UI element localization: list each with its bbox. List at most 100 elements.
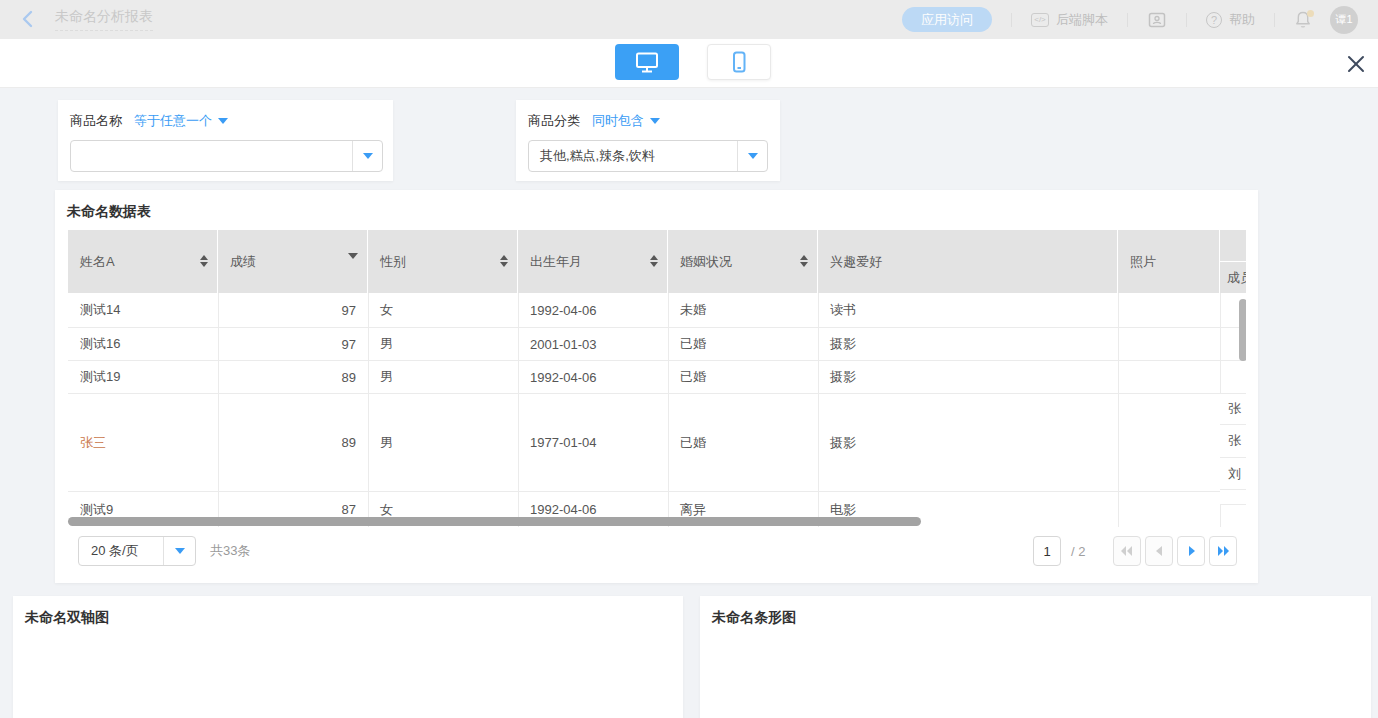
cell-birth: 1992-04-06 <box>530 303 597 318</box>
sort-desc-icon[interactable] <box>348 259 358 274</box>
cell-marital: 已婚 <box>680 335 706 353</box>
column-header-member-partial[interactable]: 成员 <box>1220 262 1246 293</box>
help-button[interactable]: ? 帮助 <box>1206 11 1255 29</box>
preview-toolbar <box>0 39 1378 88</box>
column-header-hobby[interactable]: 兴趣爱好 <box>818 230 1118 293</box>
dropdown-toggle[interactable] <box>352 141 382 171</box>
monitor-icon <box>635 51 659 73</box>
mobile-view-button[interactable] <box>707 44 771 80</box>
cell-photo <box>1118 361 1220 393</box>
sort-icon[interactable] <box>800 255 808 267</box>
cell-birth: 2001-01-03 <box>530 337 597 352</box>
desktop-view-button[interactable] <box>615 44 679 80</box>
horizontal-scrollbar[interactable] <box>68 517 921 526</box>
table-row: 测试19 89 男 1992-04-06 已婚 摄影 <box>68 361 1246 394</box>
cell-photo <box>1118 328 1220 360</box>
first-page-button[interactable] <box>1113 536 1141 566</box>
page-total: / 2 <box>1071 536 1085 566</box>
separator <box>1186 13 1187 27</box>
cell-score: 89 <box>342 435 356 450</box>
topbar: 未命名分析报表 应用访问 </> 后端脚本 ? 帮助 <box>0 0 1378 39</box>
prev-page-button[interactable] <box>1145 536 1173 566</box>
chart-title: 未命名条形图 <box>712 609 796 627</box>
filter-value-select[interactable] <box>70 140 383 172</box>
cell-score: 87 <box>342 502 356 517</box>
backend-script-button[interactable]: </> 后端脚本 <box>1031 11 1108 29</box>
filter-widget-product-category: 商品分类 同时包含 其他,糕点,辣条,饮料 <box>516 100 780 181</box>
page-size-select[interactable]: 20 条/页 <box>78 536 196 566</box>
cell-hobby: 读书 <box>830 301 856 319</box>
column-label: 出生年月 <box>530 253 582 271</box>
chevron-left-icon <box>1156 546 1163 556</box>
chevron-down-icon <box>218 118 228 124</box>
double-chevron-left-icon <box>1121 546 1133 556</box>
table-row: 测试14 97 女 1992-04-06 未婚 读书 <box>68 293 1246 328</box>
page-size-value: 20 条/页 <box>79 537 163 565</box>
dual-axis-chart-widget: 未命名双轴图 <box>13 596 683 718</box>
cell-photo <box>1118 394 1220 491</box>
notification-dot <box>1307 10 1314 17</box>
column-header-name[interactable]: 姓名A <box>68 230 218 293</box>
table-widget: 未命名数据表 姓名A 成绩 性别 出生年月 <box>55 190 1258 583</box>
vertical-scrollbar[interactable] <box>1239 299 1246 361</box>
filter-label: 商品名称 <box>70 112 122 130</box>
cell-marital: 已婚 <box>680 368 706 386</box>
chevron-down-icon <box>175 548 185 554</box>
column-label: 性别 <box>380 253 406 271</box>
sort-icon[interactable] <box>500 255 508 267</box>
avatar[interactable]: 谭1 <box>1330 6 1358 34</box>
code-icon: </> <box>1031 13 1049 27</box>
cell-hobby: 摄影 <box>830 368 856 386</box>
filter-value <box>71 141 352 171</box>
column-header-marital[interactable]: 婚姻状况 <box>668 230 818 293</box>
filter-head: 商品名称 等于任意一个 <box>70 112 228 130</box>
cell-marital: 离异 <box>680 501 706 519</box>
sort-icon[interactable] <box>650 255 658 267</box>
column-header-score[interactable]: 成绩 <box>218 230 368 293</box>
cell-score: 97 <box>342 337 356 352</box>
column-label: 成绩 <box>230 253 256 271</box>
column-header-gender[interactable]: 性别 <box>368 230 518 293</box>
last-page-button[interactable] <box>1209 536 1237 566</box>
report-canvas: 商品名称 等于任意一个 商品分类 同时包含 其他,糕点,辣条 <box>0 88 1378 718</box>
filter-value-select[interactable]: 其他,糕点,辣条,饮料 <box>528 140 768 172</box>
separator <box>1127 13 1128 27</box>
filter-widget-product-name: 商品名称 等于任意一个 <box>58 100 393 181</box>
cell-gender: 男 <box>380 368 393 386</box>
app-access-button[interactable]: 应用访问 <box>902 7 992 32</box>
cell-name-link[interactable]: 张三 <box>80 434 106 452</box>
column-header-photo[interactable]: 照片 <box>1118 230 1220 293</box>
cell-hobby: 电影 <box>830 501 856 519</box>
report-title[interactable]: 未命名分析报表 <box>55 8 153 31</box>
filter-head: 商品分类 同时包含 <box>528 112 660 130</box>
cell-photo <box>1118 293 1220 327</box>
column-header-birth[interactable]: 出生年月 <box>518 230 668 293</box>
next-page-button[interactable] <box>1177 536 1205 566</box>
dropdown-toggle[interactable] <box>163 537 195 565</box>
cell-score: 97 <box>342 303 356 318</box>
cell-name: 测试16 <box>80 335 120 353</box>
sort-icon[interactable] <box>200 255 208 267</box>
column-label: 姓名A <box>80 253 115 271</box>
cell-gender: 女 <box>380 501 393 519</box>
member-subcell <box>1220 490 1246 505</box>
column-label: 照片 <box>1130 253 1156 271</box>
dropdown-toggle[interactable] <box>737 141 767 171</box>
page-number-input[interactable]: 1 <box>1033 536 1061 566</box>
id-card-button[interactable] <box>1147 10 1167 30</box>
separator <box>1274 13 1275 27</box>
cell-name: 测试14 <box>80 301 120 319</box>
separator <box>1011 13 1012 27</box>
operator-label: 同时包含 <box>592 112 644 130</box>
id-card-icon <box>1147 10 1167 30</box>
close-button[interactable] <box>1346 54 1366 74</box>
filter-label: 商品分类 <box>528 112 580 130</box>
cell-gender: 男 <box>380 434 393 452</box>
chevron-down-icon <box>363 153 373 159</box>
operator-dropdown[interactable]: 同时包含 <box>592 112 660 130</box>
table-title: 未命名数据表 <box>67 203 151 221</box>
operator-dropdown[interactable]: 等于任意一个 <box>134 112 228 130</box>
back-button[interactable] <box>20 10 36 28</box>
notification-button[interactable] <box>1294 10 1314 30</box>
column-label: 兴趣爱好 <box>830 253 882 271</box>
